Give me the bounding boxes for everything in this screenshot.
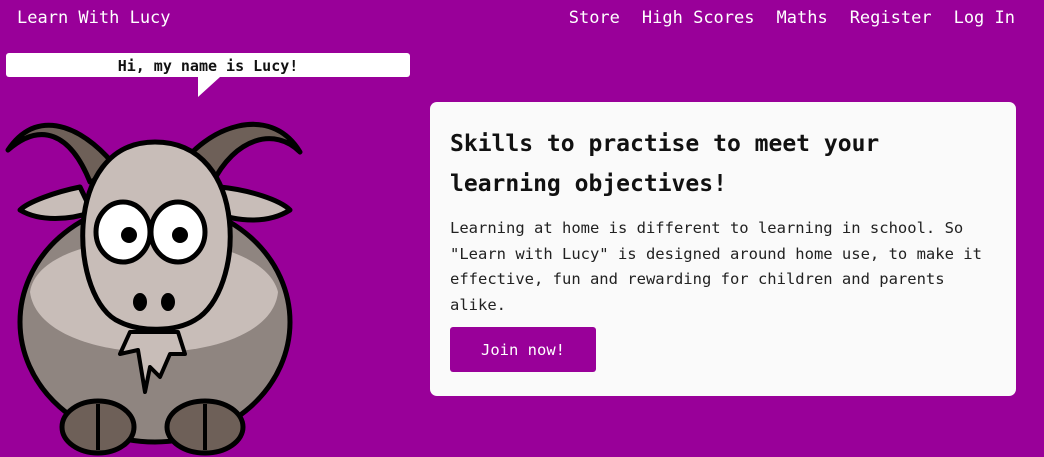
top-navbar: Learn With Lucy Store High Scores Maths … bbox=[0, 0, 1044, 38]
nav-links: Store High Scores Maths Register Log In bbox=[569, 8, 1015, 28]
nav-link-maths[interactable]: Maths bbox=[777, 8, 828, 28]
info-card: Skills to practise to meet your learning… bbox=[430, 102, 1016, 396]
speech-bubble: Hi, my name is Lucy! bbox=[6, 53, 410, 77]
page: Learn With Lucy Store High Scores Maths … bbox=[0, 0, 1044, 457]
goat-icon bbox=[5, 122, 303, 456]
nav-link-high-scores[interactable]: High Scores bbox=[642, 8, 755, 28]
nav-link-register[interactable]: Register bbox=[850, 8, 932, 28]
nav-link-log-in[interactable]: Log In bbox=[954, 8, 1015, 28]
brand-link[interactable]: Learn With Lucy bbox=[17, 8, 171, 28]
card-title: Skills to practise to meet your learning… bbox=[450, 131, 880, 197]
nav-link-store[interactable]: Store bbox=[569, 8, 620, 28]
join-now-button[interactable]: Join now! bbox=[450, 327, 596, 372]
card-description: Learning at home is different to learnin… bbox=[450, 219, 982, 314]
